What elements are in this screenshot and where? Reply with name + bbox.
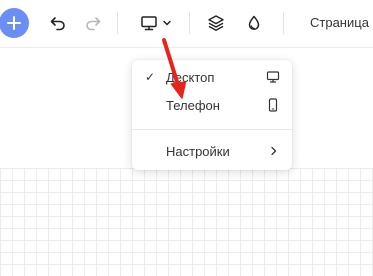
device-dropdown-menu: ✓ Десктоп Телефон Настройки	[132, 60, 292, 170]
toolbar-divider	[189, 12, 190, 34]
chevron-right-icon	[268, 144, 280, 163]
redo-button[interactable]	[82, 12, 104, 34]
desktop-icon	[266, 70, 280, 89]
chevron-down-icon	[163, 20, 171, 26]
checkmark-icon: ✓	[145, 70, 156, 84]
color-button[interactable]	[243, 12, 265, 34]
undo-icon	[50, 17, 65, 31]
top-toolbar: Страница	[0, 0, 373, 48]
menu-item-label: Настройки	[166, 144, 230, 159]
layers-button[interactable]	[205, 12, 227, 34]
menu-item-settings[interactable]: Настройки	[132, 139, 292, 165]
page-menu-label[interactable]: Страница	[310, 15, 369, 30]
add-button[interactable]	[0, 8, 29, 38]
menu-item-label: Десктоп	[166, 70, 215, 85]
undo-button[interactable]	[47, 12, 69, 34]
plus-icon	[7, 16, 21, 30]
layers-icon	[208, 15, 224, 31]
menu-item-desktop[interactable]: ✓ Десктоп	[132, 65, 292, 91]
desktop-icon	[141, 16, 157, 31]
menu-item-phone[interactable]: Телефон	[132, 93, 292, 119]
editor-canvas-grid[interactable]	[0, 168, 373, 276]
menu-divider	[132, 129, 292, 130]
toolbar-divider	[117, 12, 118, 34]
menu-item-label: Телефон	[166, 98, 220, 113]
redo-icon	[86, 17, 101, 31]
drop-icon	[248, 15, 260, 31]
toolbar-divider	[283, 12, 284, 34]
device-switcher-button[interactable]	[136, 12, 176, 34]
phone-icon	[266, 98, 280, 117]
